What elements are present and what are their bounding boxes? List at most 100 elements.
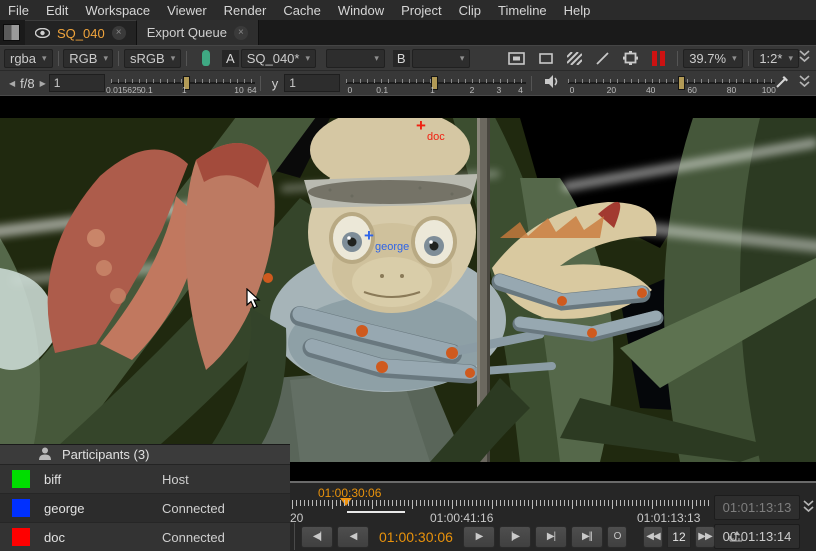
- eyedropper-icon[interactable]: [775, 75, 789, 92]
- participant-name: biff: [44, 472, 162, 487]
- viewer-canvas[interactable]: + doc + george: [0, 95, 816, 481]
- menu-viewer[interactable]: Viewer: [167, 3, 207, 18]
- divider: [677, 51, 678, 66]
- menu-window[interactable]: Window: [338, 3, 384, 18]
- divider: [58, 51, 59, 66]
- channels-dropdown[interactable]: rgba ▾: [4, 49, 53, 68]
- viewer-image: [0, 118, 816, 462]
- fstop-label: f/8: [18, 76, 36, 91]
- zoom-dropdown[interactable]: 39.7% ▾: [683, 49, 742, 68]
- chevron-down-icon: ▾: [460, 53, 465, 64]
- color-swatch: [12, 528, 30, 546]
- go-to-start-button[interactable]: ◀|: [301, 526, 333, 548]
- input-a2-dropdown[interactable]: ▾: [326, 49, 385, 68]
- participant-row-george[interactable]: george Connected: [0, 494, 290, 523]
- double-chevron-down-icon[interactable]: [799, 75, 810, 91]
- volume-slider[interactable]: 0 20 40 60 80 100: [568, 72, 775, 94]
- mask-overlay-icon[interactable]: [539, 53, 553, 64]
- tab-export-queue[interactable]: Export Queue ×: [137, 20, 259, 45]
- tick-label: 0.015625: [106, 85, 141, 95]
- double-chevron-down-icon[interactable]: [803, 500, 814, 516]
- tick-label: 1: [182, 85, 187, 95]
- marker-george[interactable]: + george: [364, 227, 409, 253]
- frame-marker-icon[interactable]: [729, 529, 745, 545]
- menu-project[interactable]: Project: [401, 3, 441, 18]
- participant-row-doc[interactable]: doc Connected: [0, 523, 290, 551]
- gain-input[interactable]: [49, 74, 105, 92]
- fstop-next-icon[interactable]: ▶: [37, 79, 49, 88]
- input-b-dropdown[interactable]: ▾: [412, 49, 471, 68]
- tab-sq-040[interactable]: SQ_040 ×: [25, 20, 137, 45]
- marker-label: doc: [427, 132, 445, 143]
- gain-slider[interactable]: 0.015625 0.1 1 10 64: [111, 72, 255, 94]
- menu-file[interactable]: File: [8, 3, 29, 18]
- tick-label: 0: [570, 85, 575, 95]
- next-frame-button[interactable]: ▶|: [535, 526, 567, 548]
- participant-name: george: [44, 501, 162, 516]
- colorspace-dropdown[interactable]: sRGB ▾: [124, 49, 181, 68]
- loop-mode-button[interactable]: O: [607, 526, 627, 548]
- tab-label: SQ_040: [57, 26, 105, 41]
- frame-display-icon[interactable]: [508, 52, 525, 65]
- chevron-down-icon: ▾: [42, 53, 47, 64]
- wipe-stripes-icon[interactable]: [567, 52, 582, 65]
- menu-workspace[interactable]: Workspace: [85, 3, 150, 18]
- volume-icon[interactable]: [545, 75, 560, 91]
- nuke-window: File Edit Workspace Viewer Render Cache …: [0, 0, 816, 551]
- close-icon[interactable]: ×: [112, 26, 126, 40]
- play-backward-button[interactable]: ◀: [337, 526, 369, 548]
- proxy-value: 1:2*: [759, 51, 782, 66]
- chevron-down-icon: ▾: [171, 53, 176, 64]
- menu-edit[interactable]: Edit: [46, 3, 68, 18]
- participant-row-biff[interactable]: biff Host: [0, 465, 290, 494]
- range-end-timecode-field[interactable]: 01:01:13:13: [714, 495, 800, 520]
- volume-slider-track[interactable]: [568, 79, 775, 86]
- menu-help[interactable]: Help: [564, 3, 591, 18]
- fps-field[interactable]: 12: [667, 526, 691, 548]
- go-to-end-button[interactable]: ▶||: [571, 526, 603, 548]
- increment-fps-button[interactable]: ▶▶: [695, 526, 715, 548]
- participants-panel: Participants (3) biff Host george Connec…: [0, 444, 290, 551]
- tab-label: Export Queue: [147, 25, 227, 40]
- display-mode-dropdown[interactable]: RGB ▾: [63, 49, 113, 68]
- pane-layout-icon[interactable]: [3, 24, 20, 41]
- menu-render[interactable]: Render: [224, 3, 267, 18]
- transport-controls: ◀| ◀ 01:00:30:06 ▶ |▶ ▶| ▶|| O ◀◀ 12 ▶▶: [294, 523, 745, 550]
- gamut-warning-icon[interactable]: [202, 50, 210, 66]
- menu-cache[interactable]: Cache: [283, 3, 321, 18]
- colorspace-value: sRGB: [130, 51, 165, 66]
- roi-icon[interactable]: [623, 51, 638, 65]
- divider: [748, 51, 749, 66]
- cached-range-bar: [347, 511, 405, 513]
- compare-line-icon[interactable]: [596, 52, 609, 65]
- volume-slider-handle[interactable]: [678, 76, 685, 90]
- double-chevron-down-icon[interactable]: [799, 50, 810, 66]
- input-a-label: A: [222, 50, 239, 67]
- tick-label: 0: [348, 85, 353, 95]
- eye-icon: [35, 26, 50, 41]
- timeline-ruler[interactable]: [292, 500, 712, 510]
- tick-label: 40: [646, 85, 655, 95]
- current-timecode[interactable]: 01:00:30:06: [373, 529, 459, 545]
- tick-label: 2: [470, 85, 475, 95]
- participant-name: doc: [44, 530, 162, 545]
- tick-label: 0.1: [141, 85, 153, 95]
- step-forward-button[interactable]: |▶: [499, 526, 531, 548]
- marker-doc[interactable]: + doc: [416, 117, 445, 143]
- gamma-input[interactable]: [284, 74, 340, 92]
- menu-timeline[interactable]: Timeline: [498, 3, 547, 18]
- fstop-prev-icon[interactable]: ◀: [6, 79, 18, 88]
- menu-clip[interactable]: Clip: [459, 3, 481, 18]
- input-a-value: SQ_040*: [247, 51, 300, 66]
- chevron-down-icon: ▾: [103, 53, 108, 64]
- gamma-slider[interactable]: 0 0.1 1 2 3 4: [346, 72, 526, 94]
- pause-icon[interactable]: [652, 51, 665, 66]
- decrement-fps-button[interactable]: ◀◀: [643, 526, 663, 548]
- tick-label: 4: [518, 85, 523, 95]
- close-icon[interactable]: ×: [234, 26, 248, 40]
- chevron-down-icon: ▾: [788, 53, 793, 64]
- input-a-dropdown[interactable]: SQ_040* ▾: [241, 49, 316, 68]
- play-button[interactable]: ▶: [463, 526, 495, 548]
- proxy-dropdown[interactable]: 1:2* ▾: [753, 49, 799, 68]
- mouse-cursor: [246, 288, 262, 313]
